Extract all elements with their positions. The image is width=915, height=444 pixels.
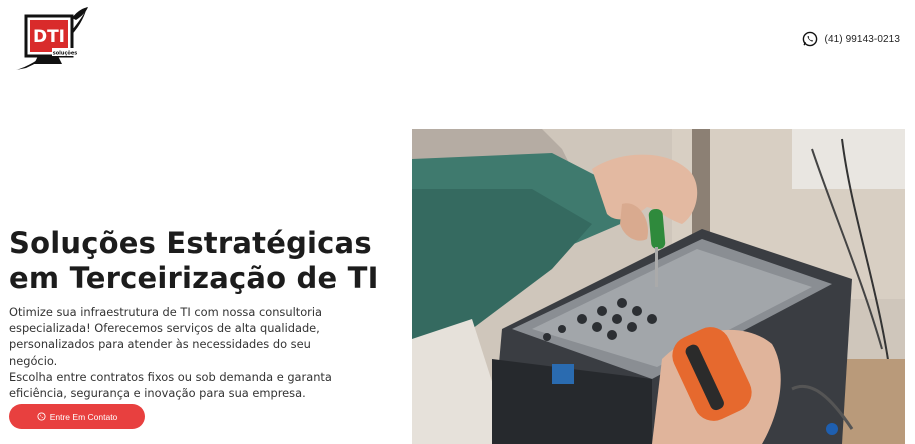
hero-description-line: Escolha entre contratos fixos ou sob dem… xyxy=(9,369,332,384)
logo-text: DTI xyxy=(33,27,65,47)
hero-image xyxy=(412,129,905,444)
hero-title-line: Soluções Estratégicas xyxy=(9,226,372,260)
contact-button[interactable]: Entre Em Contato xyxy=(9,404,145,429)
hero-description-line: especializada! Oferecemos serviços de al… xyxy=(9,321,320,336)
hero-description: Otimize sua infraestrutura de TI com nos… xyxy=(9,304,361,401)
company-logo[interactable]: DTI soluções xyxy=(12,4,92,74)
contact-button-label: Entre Em Contato xyxy=(49,411,118,422)
header-phone-link[interactable]: (41) 99143-0213 xyxy=(802,30,900,48)
hero-description-line: eficiência, segurança e inovação para su… xyxy=(9,386,306,401)
hero-title: Soluções Estratégicas em Terceirização d… xyxy=(9,226,399,296)
whatsapp-icon xyxy=(802,31,817,47)
hero-title-line: em Terceirização de TI xyxy=(9,261,379,295)
hero-description-line: Otimize sua infraestrutura de TI com nos… xyxy=(9,305,322,319)
logo-subtext: soluções xyxy=(53,51,77,57)
whatsapp-icon xyxy=(37,412,46,421)
hero-description-line: personalizados para atender às necessida… xyxy=(9,337,311,368)
phone-number: (41) 99143-0213 xyxy=(824,33,900,45)
